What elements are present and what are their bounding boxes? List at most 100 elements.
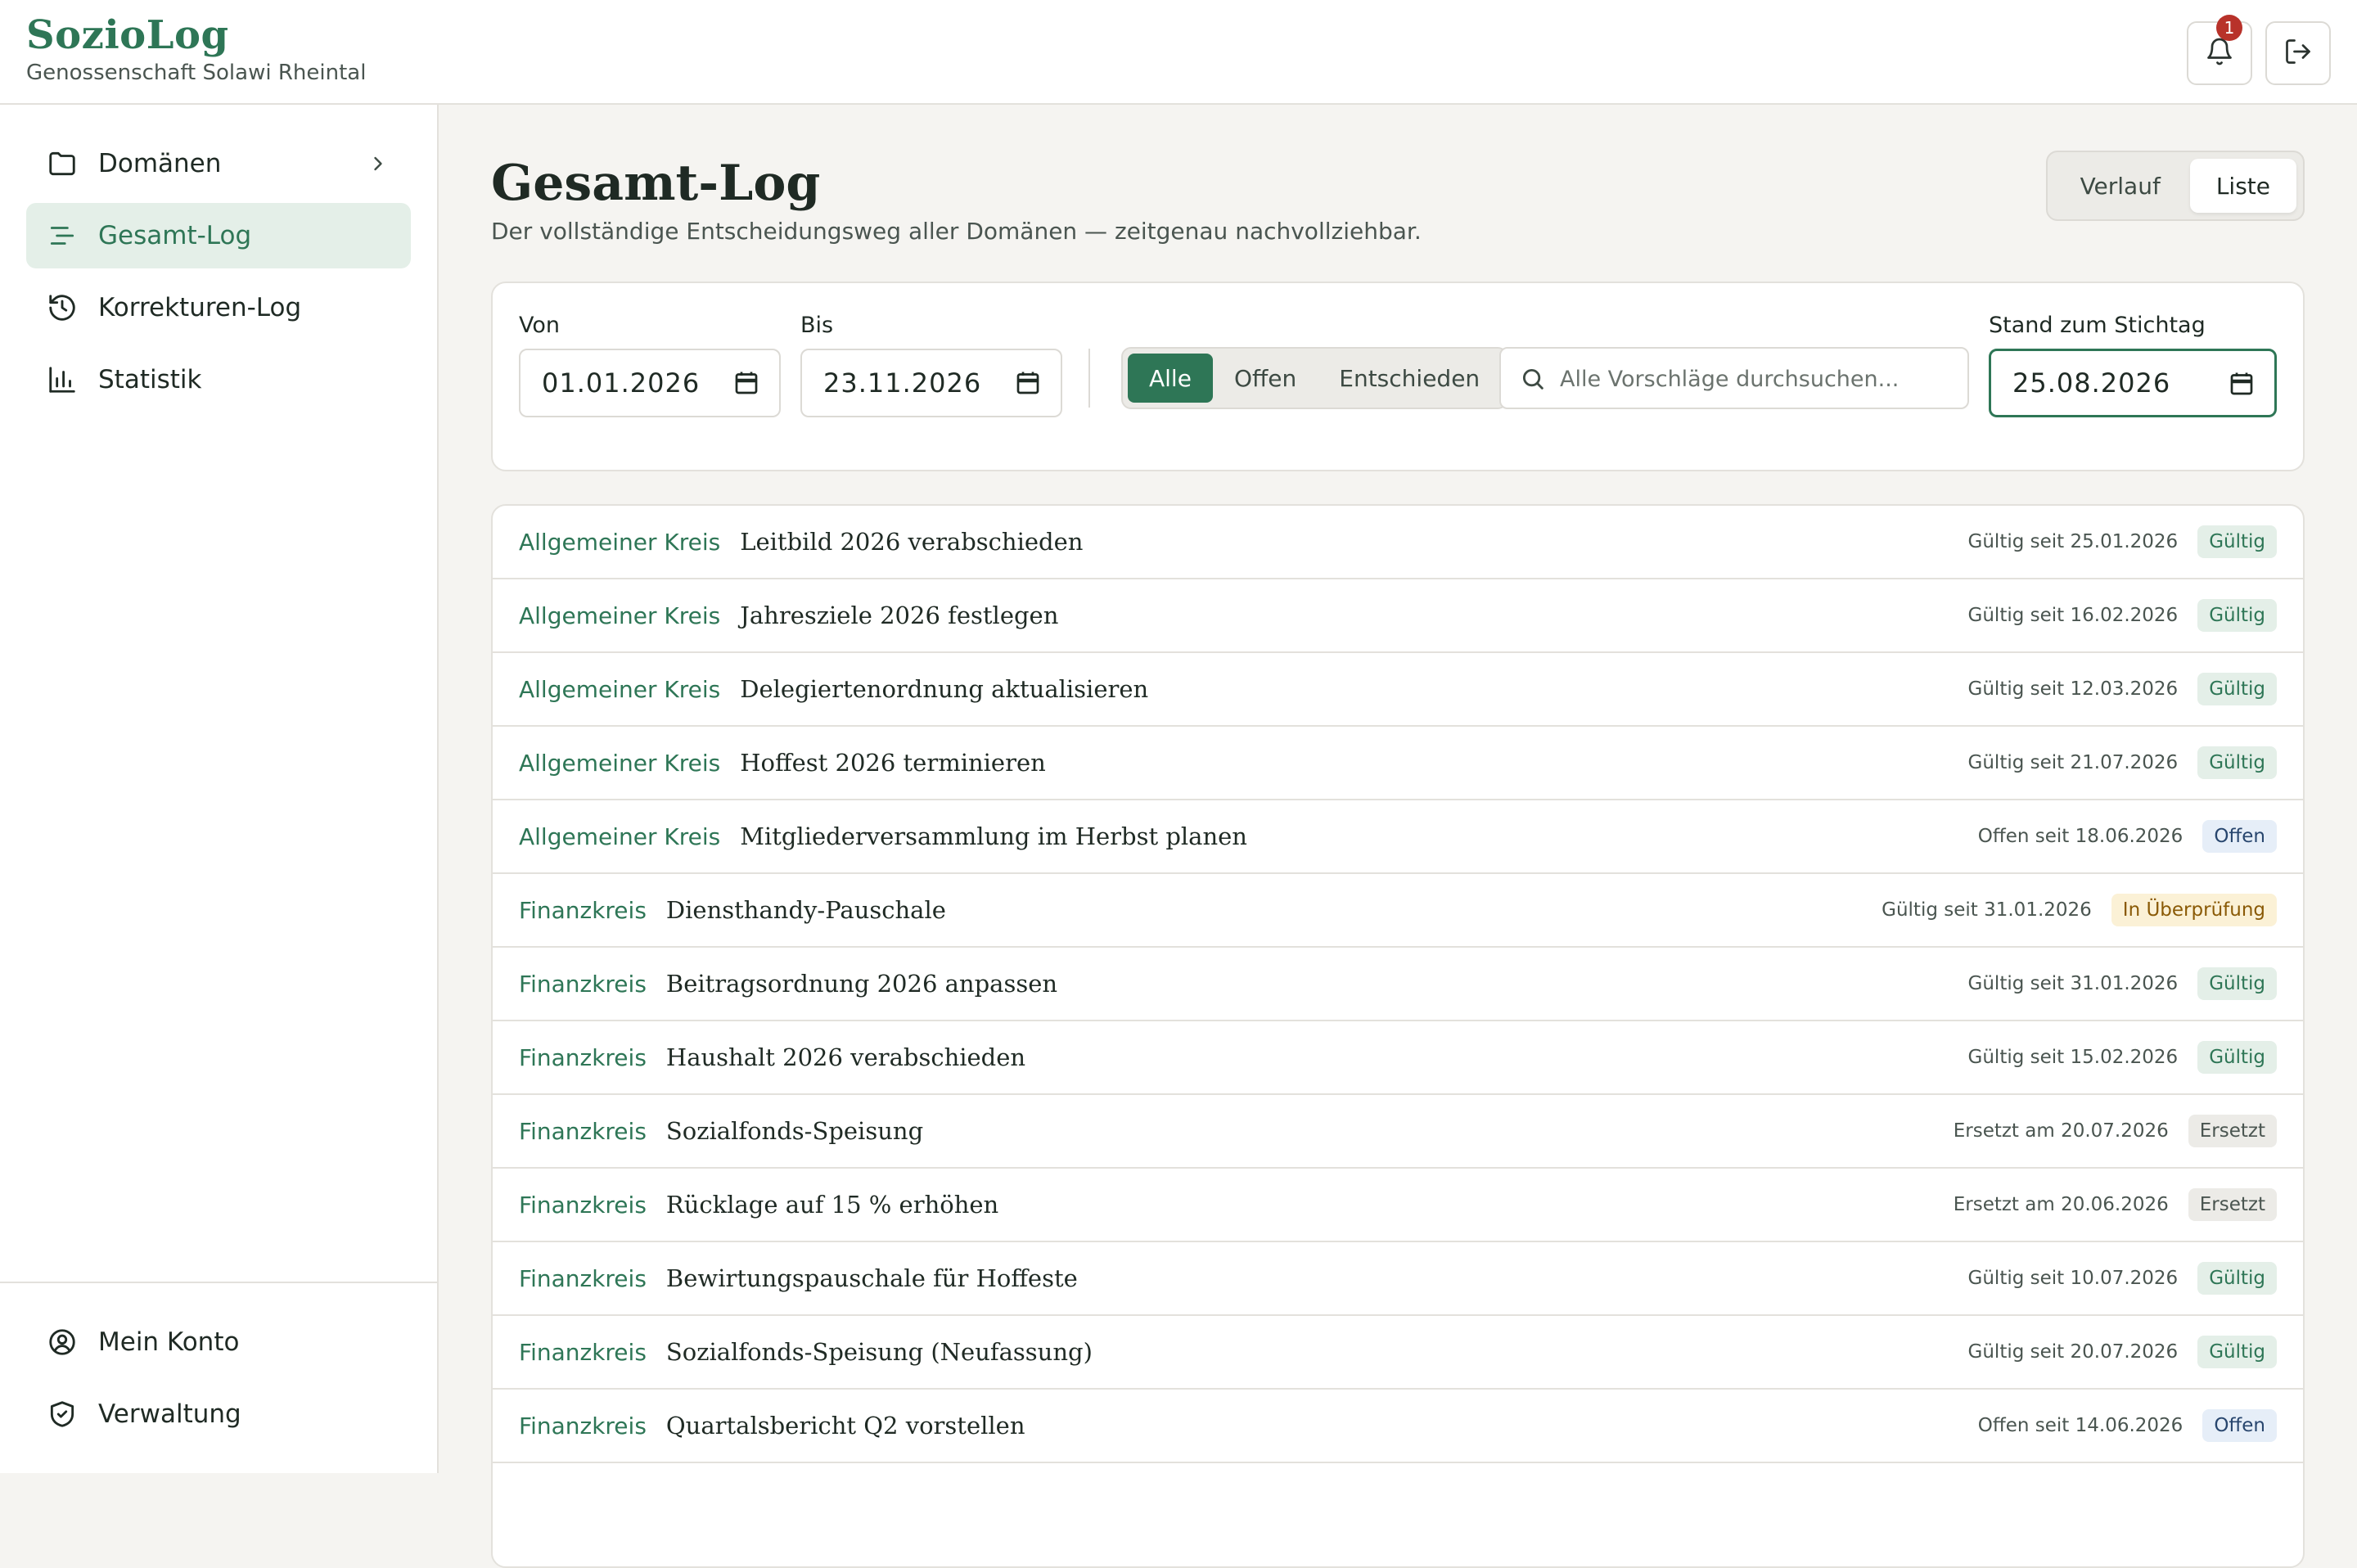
sidebar-item-verwaltung[interactable]: Verwaltung xyxy=(26,1381,411,1447)
top-bar: SozioLog Genossenschaft Solawi Rheintal … xyxy=(0,0,2357,105)
from-date-input[interactable]: 01.01.2026 xyxy=(519,349,781,417)
entry-title: Quartalsbericht Q2 vorstellen xyxy=(665,1412,1025,1440)
notification-count-badge: 1 xyxy=(2216,15,2242,41)
entry-status-date: Gültig seit 16.02.2026 xyxy=(1967,605,2179,626)
log-entry-row[interactable]: Finanzkreis Haushalt 2026 verabschieden Gü… xyxy=(493,1021,2303,1095)
view-option-verlauf[interactable]: Verlauf xyxy=(2054,159,2187,213)
log-entry-row[interactable]: Finanzkreis Rücklage auf 15 % erhöhen Erse… xyxy=(493,1169,2303,1242)
status-option-offen[interactable]: Offen xyxy=(1213,354,1318,403)
status-badge: Ersetzt xyxy=(2188,1115,2277,1147)
logout-icon xyxy=(2283,37,2313,70)
sidebar-item-label: Gesamt-Log xyxy=(98,221,252,250)
log-entry-row[interactable]: Finanzkreis Sozialfonds-Speisung Ersetzt a… xyxy=(493,1095,2303,1169)
entry-domain-link[interactable]: Allgemeiner Kreis xyxy=(519,602,720,629)
search-input[interactable] xyxy=(1560,360,1953,398)
filter-divider xyxy=(1088,349,1090,408)
entry-domain-link[interactable]: Finanzkreis xyxy=(519,1413,647,1440)
history-icon xyxy=(46,291,79,324)
brand[interactable]: SozioLog Genossenschaft Solawi Rheintal xyxy=(26,11,366,87)
from-date-label: Von xyxy=(519,313,561,338)
search-icon xyxy=(1519,365,1547,396)
notifications-button[interactable]: 1 xyxy=(2187,15,2252,85)
cutoff-date-value: 25.08.2026 xyxy=(2012,367,2171,399)
status-option-entschieden[interactable]: Entschieden xyxy=(1318,354,1501,403)
calendar-icon xyxy=(732,368,761,404)
logout-button[interactable] xyxy=(2265,21,2331,85)
to-date-input[interactable]: 23.11.2026 xyxy=(800,349,1062,417)
entry-domain-link[interactable]: Finanzkreis xyxy=(519,971,647,998)
entry-status-group: Gültig seit 12.03.2026 Gültig xyxy=(1968,653,2277,725)
top-actions: 1 xyxy=(2187,15,2331,85)
log-entry-row[interactable]: Allgemeiner Kreis Delegiertenordnung aktu… xyxy=(493,653,2303,727)
entry-status-date: Gültig seit 21.07.2026 xyxy=(1967,752,2179,773)
page-title: Gesamt-Log xyxy=(491,155,821,212)
entry-domain-link[interactable]: Finanzkreis xyxy=(519,1044,647,1071)
entry-title: Beitragsordnung 2026 anpassen xyxy=(665,970,1058,998)
entry-title: Bewirtungspauschale für Hoffeste xyxy=(665,1264,1078,1292)
status-badge: Gültig xyxy=(2197,746,2277,779)
status-badge: Gültig xyxy=(2197,599,2277,632)
sidebar: Domänen Gesamt-Log Korrekturen-Log Stati… xyxy=(0,105,439,1473)
calendar-icon xyxy=(1013,368,1043,404)
sidebar-item-label: Verwaltung xyxy=(98,1399,241,1429)
entry-status-group: Gültig seit 31.01.2026 Gültig xyxy=(1968,948,2277,1020)
status-badge: Offen xyxy=(2202,820,2277,853)
entry-domain-link[interactable]: Finanzkreis xyxy=(519,1339,647,1366)
app-title: SozioLog xyxy=(26,12,229,58)
entry-domain-link[interactable]: Finanzkreis xyxy=(519,1118,647,1145)
to-date-value: 23.11.2026 xyxy=(823,367,982,399)
status-badge: Gültig xyxy=(2197,1336,2277,1368)
entry-status-date: Gültig seit 10.07.2026 xyxy=(1967,1268,2179,1289)
entry-status-group: Gültig seit 20.07.2026 Gültig xyxy=(1968,1316,2277,1388)
sidebar-item-domaenen[interactable]: Domänen xyxy=(26,131,411,196)
chevron-right-icon xyxy=(362,147,394,180)
sidebar-item-label: Statistik xyxy=(98,365,202,394)
log-entry-row[interactable]: Allgemeiner Kreis Hoffest 2026 terminiere… xyxy=(493,727,2303,800)
log-entry-row[interactable]: Finanzkreis Beitragsordnung 2026 anpassen… xyxy=(493,948,2303,1021)
log-entry-row[interactable]: Finanzkreis Diensthandy-Pauschale Gültig s… xyxy=(493,874,2303,948)
cutoff-date-label: Stand zum Stichtag xyxy=(1989,313,2206,338)
log-entry-row[interactable]: Allgemeiner Kreis Mitgliederversammlung i… xyxy=(493,800,2303,874)
log-entry-row[interactable]: Finanzkreis Sozialfonds-Speisung (Neufass… xyxy=(493,1316,2303,1390)
bar-chart-icon xyxy=(46,363,79,396)
entry-status-group: Gültig seit 31.01.2026 In Überprüfung xyxy=(1882,874,2277,946)
to-date-label: Bis xyxy=(800,313,834,338)
entry-domain-link[interactable]: Allgemeiner Kreis xyxy=(519,823,720,850)
sidebar-item-korrekturen-log[interactable]: Korrekturen-Log xyxy=(26,275,411,340)
status-badge: Ersetzt xyxy=(2188,1188,2277,1221)
entry-title: Hoffest 2026 terminieren xyxy=(740,749,1046,777)
log-entry-row[interactable]: Allgemeiner Kreis Leitbild 2026 verabschi… xyxy=(493,506,2303,579)
entry-domain-link[interactable]: Allgemeiner Kreis xyxy=(519,529,720,556)
entry-domain-link[interactable]: Allgemeiner Kreis xyxy=(519,676,720,703)
view-option-liste[interactable]: Liste xyxy=(2189,159,2296,213)
entry-status-date: Offen seit 18.06.2026 xyxy=(1977,826,2183,847)
entry-status-date: Ersetzt am 20.06.2026 xyxy=(1953,1194,2169,1215)
status-badge: Gültig xyxy=(2197,1262,2277,1295)
entry-domain-link[interactable]: Finanzkreis xyxy=(519,1192,647,1219)
sidebar-footer: Mein Konto Verwaltung xyxy=(0,1282,437,1473)
main-content: Gesamt-Log Der vollständige Entscheidung… xyxy=(491,105,2305,1568)
entry-status-date: Gültig seit 25.01.2026 xyxy=(1967,531,2179,552)
entry-status-date: Gültig seit 12.03.2026 xyxy=(1967,678,2179,700)
sidebar-item-statistik[interactable]: Statistik xyxy=(26,347,411,412)
search-box xyxy=(1499,347,1969,409)
status-filter: Alle Offen Entschieden xyxy=(1121,347,1508,409)
log-entry-row[interactable]: Finanzkreis Bewirtungspauschale für Hoffe… xyxy=(493,1242,2303,1316)
entry-domain-link[interactable]: Finanzkreis xyxy=(519,897,647,924)
entry-domain-link[interactable]: Allgemeiner Kreis xyxy=(519,750,720,777)
sidebar-item-gesamt-log[interactable]: Gesamt-Log xyxy=(26,203,411,268)
view-toggle: Verlauf Liste xyxy=(2045,151,2305,221)
entry-domain-link[interactable]: Finanzkreis xyxy=(519,1265,647,1292)
cutoff-date-input[interactable]: 25.08.2026 xyxy=(1989,349,2277,417)
organization-name: Genossenschaft Solawi Rheintal xyxy=(26,61,367,85)
log-entry-row[interactable]: Finanzkreis Quartalsbericht Q2 vorstellen… xyxy=(493,1390,2303,1463)
log-entry-row[interactable]: Allgemeiner Kreis Jahresziele 2026 festle… xyxy=(493,579,2303,653)
status-option-alle[interactable]: Alle xyxy=(1128,354,1213,403)
status-badge: Offen xyxy=(2202,1409,2277,1442)
list-icon xyxy=(46,219,79,252)
sidebar-item-mein-konto[interactable]: Mein Konto xyxy=(26,1309,411,1375)
shield-check-icon xyxy=(46,1398,79,1431)
status-badge: Gültig xyxy=(2197,673,2277,705)
bell-icon xyxy=(2205,37,2234,70)
entry-status-date: Ersetzt am 20.07.2026 xyxy=(1953,1120,2169,1142)
